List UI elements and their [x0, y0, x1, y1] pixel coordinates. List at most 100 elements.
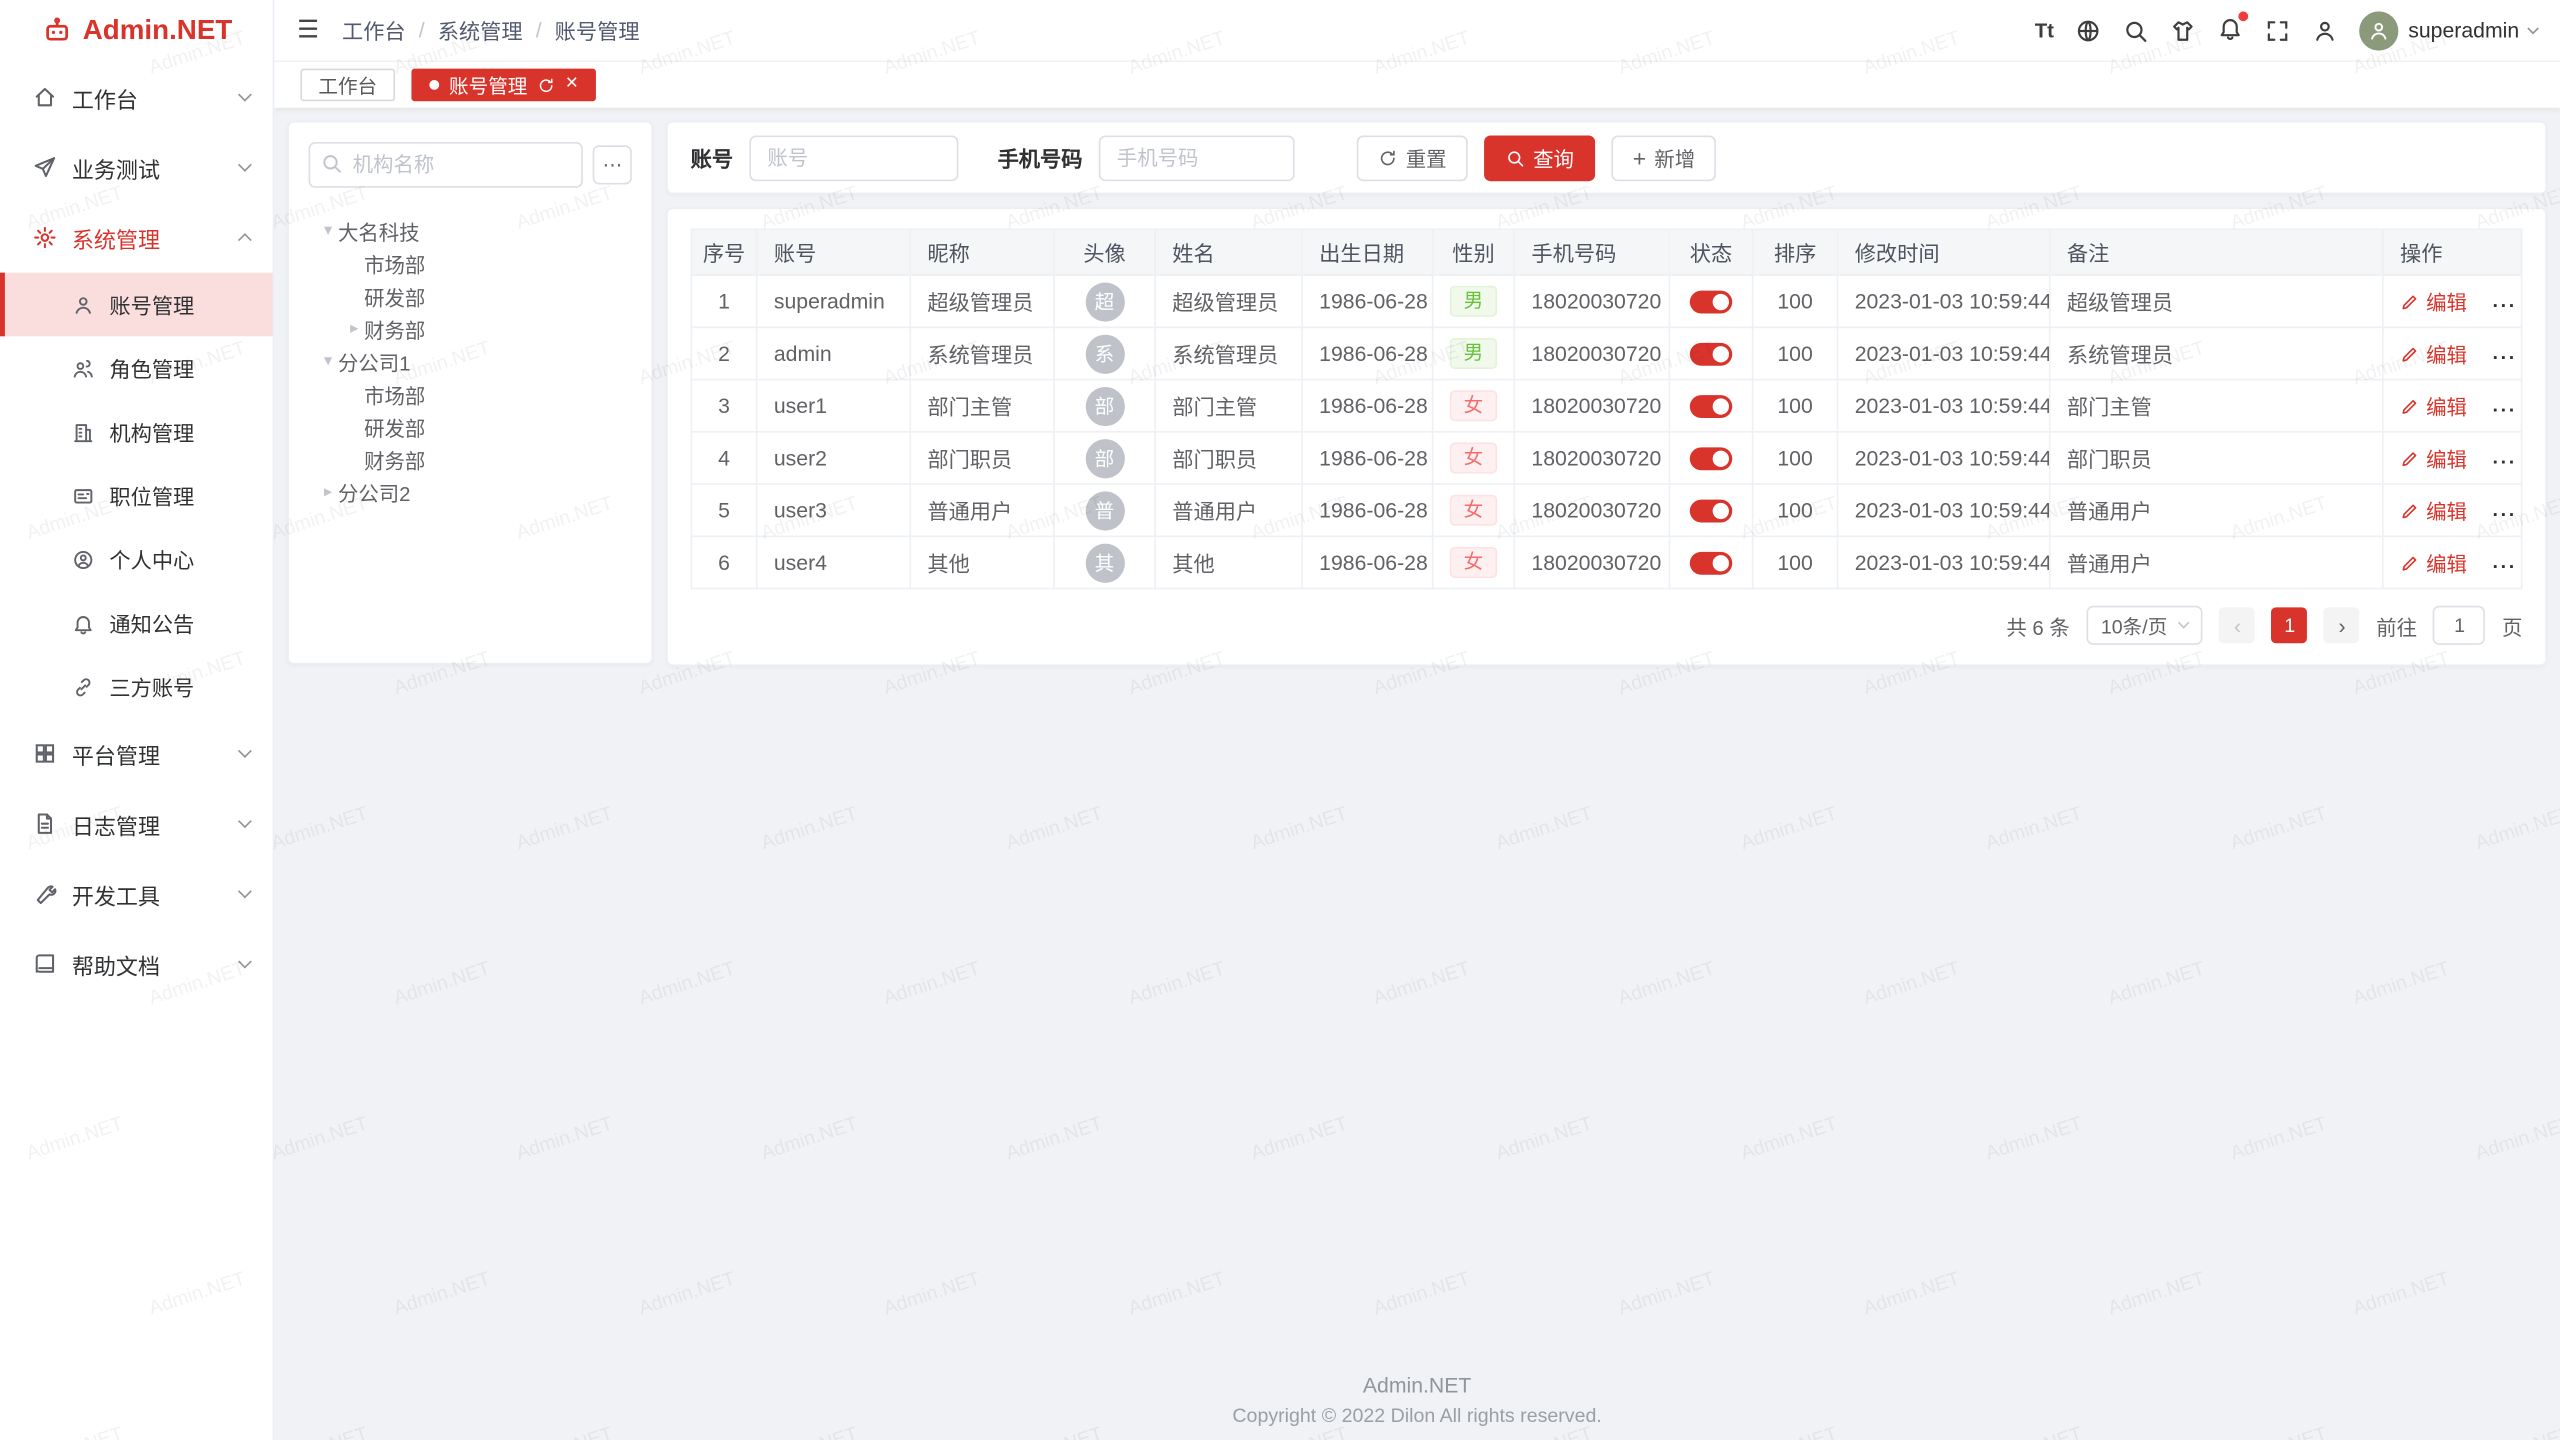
page-number-button[interactable]: 1 [2272, 607, 2308, 643]
cell-modified: 2023-01-03 10:59:44 [1838, 275, 2050, 327]
tree-node[interactable]: 财务部 [309, 442, 632, 475]
tab-workbench[interactable]: 工作台 [300, 69, 395, 102]
tree-node[interactable]: 市场部 [309, 247, 632, 280]
wrench-icon [33, 882, 57, 906]
tree-node[interactable]: ▸ 财务部 [309, 312, 632, 345]
sidebar-item-workbench[interactable]: 工作台 [0, 62, 273, 132]
more-actions-icon[interactable]: ··· [2492, 450, 2516, 473]
tree-node-label: 财务部 [364, 443, 425, 474]
more-actions-icon[interactable]: ··· [2492, 293, 2516, 316]
language-icon[interactable] [2075, 17, 2101, 43]
sidebar-item-role-management[interactable]: 角色管理 [0, 336, 273, 400]
cell-status [1669, 275, 1752, 327]
tree-node[interactable]: 研发部 [309, 410, 632, 443]
cell-gender: 女 [1433, 536, 1515, 588]
more-actions-icon[interactable]: ··· [2492, 502, 2516, 525]
sidebar-item-business-test[interactable]: 业务测试 [0, 132, 273, 202]
edit-button[interactable]: 编辑 [2400, 442, 2467, 473]
caret-right-icon[interactable]: ▸ [344, 319, 364, 337]
robot-logo-icon [40, 15, 73, 48]
cell-avatar: 部 [1054, 380, 1155, 432]
notification-bell-icon[interactable] [2217, 15, 2243, 46]
tab-account-management[interactable]: 账号管理 ✕ [411, 69, 596, 102]
sidebar-item-notice[interactable]: 通知公告 [0, 591, 273, 655]
bell-icon [72, 611, 95, 634]
cell-phone: 18020030720 [1514, 536, 1669, 588]
edit-button[interactable]: 编辑 [2400, 547, 2467, 578]
caret-down-icon[interactable]: ▾ [318, 352, 338, 370]
cell-nickname: 普通用户 [910, 484, 1054, 536]
edit-button[interactable]: 编辑 [2400, 495, 2467, 526]
content-area: ⋯ ▾ 大名科技 市场部 研发部 ▸ 财务部 [274, 108, 2560, 1440]
breadcrumb-workbench[interactable]: 工作台 [342, 15, 406, 46]
reset-button[interactable]: 重置 [1357, 135, 1468, 181]
sidebar-item-label: 平台管理 [72, 737, 240, 770]
breadcrumb-system-management[interactable]: 系统管理 [438, 15, 523, 46]
tab-label: 账号管理 [449, 71, 527, 99]
org-tree-panel: ⋯ ▾ 大名科技 市场部 研发部 ▸ 财务部 [287, 121, 653, 665]
sidebar-item-org-management[interactable]: 机构管理 [0, 400, 273, 464]
tree-node[interactable]: 市场部 [309, 377, 632, 410]
goto-page-input[interactable] [2433, 606, 2485, 645]
search-icon[interactable] [2123, 17, 2149, 43]
sidebar-item-position-management[interactable]: 职位管理 [0, 464, 273, 528]
sidebar-item-dev-tools[interactable]: 开发工具 [0, 859, 273, 929]
cell-phone: 18020030720 [1514, 484, 1669, 536]
edit-button[interactable]: 编辑 [2400, 390, 2467, 421]
add-button[interactable]: + 新增 [1612, 135, 1717, 181]
status-toggle[interactable] [1690, 500, 1732, 523]
cell-actions: 编辑 ··· [2383, 275, 2522, 327]
building-icon [72, 420, 95, 443]
refresh-icon[interactable] [537, 76, 555, 94]
tree-node-label: 财务部 [364, 313, 425, 344]
home-icon [33, 85, 57, 109]
account-input[interactable] [749, 135, 958, 181]
sidebar-item-account-management[interactable]: 账号管理 [0, 273, 273, 337]
status-toggle[interactable] [1690, 291, 1732, 314]
page-size-select[interactable]: 10条/页 [2086, 606, 2203, 645]
org-more-button[interactable]: ⋯ [593, 145, 632, 184]
sidebar-item-personal-center[interactable]: 个人中心 [0, 527, 273, 591]
cell-phone: 18020030720 [1514, 275, 1669, 327]
edit-label: 编辑 [2426, 286, 2467, 317]
more-actions-icon[interactable]: ··· [2492, 554, 2516, 577]
close-icon[interactable]: ✕ [565, 77, 579, 93]
font-size-icon[interactable]: Tt [2035, 19, 2054, 42]
tree-node[interactable]: ▸ 分公司2 [309, 475, 632, 508]
more-actions-icon[interactable]: ··· [2492, 398, 2516, 421]
sidebar-item-third-party-account[interactable]: 三方账号 [0, 655, 273, 719]
query-button[interactable]: 查询 [1484, 135, 1595, 181]
tree-node[interactable]: ▾ 大名科技 [309, 214, 632, 247]
app-logo[interactable]: Admin.NET [0, 0, 273, 62]
hamburger-menu-icon[interactable]: ☰ [297, 18, 319, 42]
fullscreen-icon[interactable] [2265, 17, 2291, 43]
sidebar-item-help-docs[interactable]: 帮助文档 [0, 929, 273, 999]
status-toggle[interactable] [1690, 552, 1732, 575]
person-icon[interactable] [2312, 17, 2338, 43]
sidebar-item-log-management[interactable]: 日志管理 [0, 789, 273, 859]
breadcrumb-account-management[interactable]: 账号管理 [555, 15, 640, 46]
edit-button[interactable]: 编辑 [2400, 286, 2467, 317]
sidebar-item-system-management[interactable]: 系统管理 [0, 202, 273, 272]
user-menu[interactable]: superadmin [2359, 11, 2537, 50]
status-toggle[interactable] [1690, 343, 1732, 366]
cell-avatar: 普 [1054, 484, 1155, 536]
prev-page-button[interactable]: ‹ [2220, 607, 2256, 643]
cell-phone: 18020030720 [1514, 380, 1669, 432]
caret-right-icon[interactable]: ▸ [318, 482, 338, 500]
notification-badge [2238, 11, 2248, 21]
next-page-button[interactable]: › [2324, 607, 2360, 643]
phone-input[interactable] [1099, 135, 1295, 181]
sidebar-item-platform-management[interactable]: 平台管理 [0, 718, 273, 788]
edit-button[interactable]: 编辑 [2400, 338, 2467, 369]
caret-down-icon[interactable]: ▾ [318, 221, 338, 239]
org-search-input[interactable] [309, 142, 583, 188]
tree-node[interactable]: ▾ 分公司1 [309, 344, 632, 377]
more-actions-icon[interactable]: ··· [2492, 345, 2516, 368]
theme-icon[interactable] [2170, 17, 2196, 43]
tree-node[interactable]: 研发部 [309, 279, 632, 312]
main-column: 账号 手机号码 重置 查询 + 新增 [666, 121, 2547, 666]
status-toggle[interactable] [1690, 448, 1732, 471]
cell-index: 1 [691, 275, 756, 327]
status-toggle[interactable] [1690, 396, 1732, 419]
